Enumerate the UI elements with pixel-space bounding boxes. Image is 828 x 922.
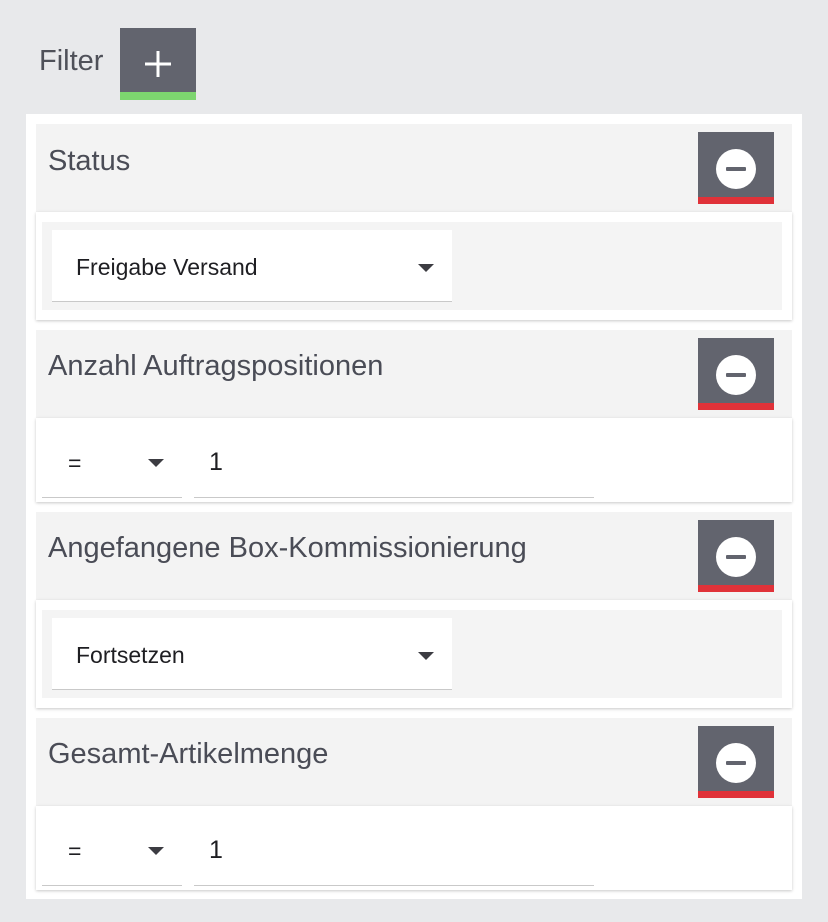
minus-circle-icon bbox=[716, 743, 756, 783]
remove-filter-button[interactable] bbox=[698, 338, 774, 410]
value-input-text: 1 bbox=[209, 836, 223, 864]
filter-block-positions-header: Anzahl Auftragspositionen bbox=[36, 330, 792, 418]
chevron-down-icon bbox=[148, 459, 164, 467]
chevron-down-icon bbox=[418, 264, 434, 272]
box-picking-select[interactable]: Fortsetzen bbox=[52, 618, 452, 690]
minus-circle-icon bbox=[716, 355, 756, 395]
remove-filter-button[interactable] bbox=[698, 520, 774, 592]
filter-block-title: Anzahl Auftragspositionen bbox=[48, 350, 384, 382]
select-container: Fortsetzen bbox=[42, 610, 782, 698]
remove-filter-button[interactable] bbox=[698, 726, 774, 798]
filter-block-positions-body: = 1 bbox=[36, 418, 792, 502]
minus-circle-icon bbox=[716, 149, 756, 189]
plus-icon bbox=[145, 51, 171, 77]
filter-block-status-body: Freigabe Versand bbox=[36, 212, 792, 320]
filter-block-total-quantity-body: = 1 bbox=[36, 806, 792, 890]
operator-select[interactable]: = bbox=[42, 806, 182, 886]
operator-select[interactable]: = bbox=[42, 418, 182, 498]
filter-title: Filter bbox=[39, 45, 104, 77]
status-select[interactable]: Freigabe Versand bbox=[52, 230, 452, 302]
chevron-down-icon bbox=[148, 847, 164, 855]
add-filter-button[interactable] bbox=[120, 28, 196, 100]
filter-block-title: Gesamt-Artikelmenge bbox=[48, 738, 329, 770]
value-input[interactable]: 1 bbox=[194, 418, 594, 498]
filter-block-box-picking-body: Fortsetzen bbox=[36, 600, 792, 708]
operator-value: = bbox=[68, 838, 82, 864]
filter-panel: Status Freigabe Versand Anzahl Auftragsp… bbox=[26, 114, 802, 899]
filter-block-title: Angefangene Box-Kommissionierung bbox=[48, 532, 527, 564]
filter-block-status-header: Status bbox=[36, 124, 792, 212]
select-container: Freigabe Versand bbox=[42, 222, 782, 310]
filter-block-title: Status bbox=[48, 145, 131, 177]
minus-circle-icon bbox=[716, 537, 756, 577]
status-select-value: Freigabe Versand bbox=[76, 254, 258, 280]
value-input[interactable]: 1 bbox=[194, 806, 594, 886]
filter-block-box-picking-header: Angefangene Box-Kommissionierung bbox=[36, 512, 792, 600]
remove-filter-button[interactable] bbox=[698, 132, 774, 204]
filter-block-total-quantity-header: Gesamt-Artikelmenge bbox=[36, 718, 792, 806]
operator-value: = bbox=[68, 450, 82, 476]
box-picking-select-value: Fortsetzen bbox=[76, 642, 185, 668]
value-input-text: 1 bbox=[209, 448, 223, 476]
chevron-down-icon bbox=[418, 652, 434, 660]
